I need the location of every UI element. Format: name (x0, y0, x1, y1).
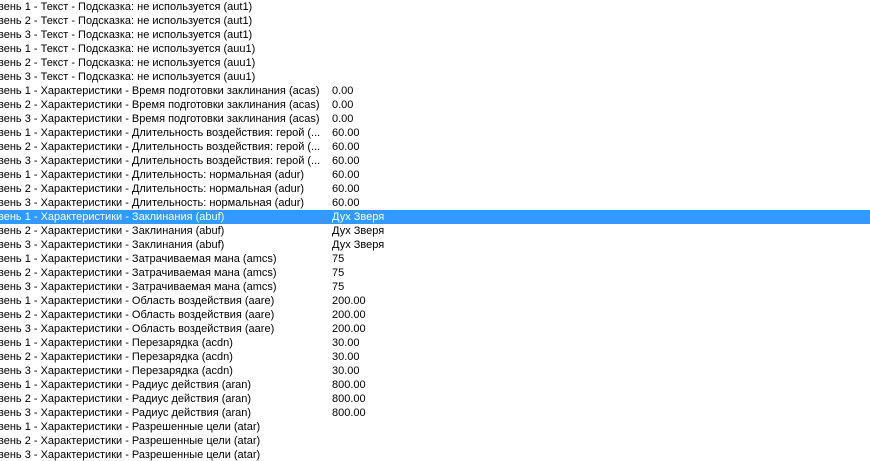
list-item[interactable]: вень 3 - Характеристики - Длительность в… (0, 154, 870, 168)
field-value: 800.00 (332, 379, 366, 391)
field-name: вень 1 - Характеристики - Область воздей… (0, 295, 275, 307)
field-name: вень 1 - Характеристики - Затрачиваемая … (0, 253, 277, 265)
field-value: 60.00 (332, 155, 360, 167)
list-item[interactable]: вень 1 - Характеристики - Радиус действи… (0, 378, 870, 392)
list-item[interactable]: вень 3 - Характеристики - Заклинания (ab… (0, 238, 870, 252)
field-value: 60.00 (332, 127, 360, 139)
list-item-selected[interactable]: вень 1 - Характеристики - Заклинания (ab… (0, 210, 870, 224)
field-name: вень 1 - Характеристики - Заклинания (ab… (0, 211, 225, 223)
list-item[interactable]: вень 3 - Характеристики - Длительность: … (0, 196, 870, 210)
list-item[interactable]: вень 3 - Характеристики - Время подготов… (0, 112, 870, 126)
field-value: 75 (332, 281, 345, 293)
list-item[interactable]: вень 2 - Характеристики - Радиус действи… (0, 392, 870, 406)
field-name: вень 3 - Характеристики - Длительность в… (0, 155, 321, 167)
list-item[interactable]: вень 1 - Характеристики - Область воздей… (0, 294, 870, 308)
field-value: 200.00 (332, 295, 366, 307)
field-value: 60.00 (332, 169, 360, 181)
field-value: 800.00 (332, 393, 366, 405)
field-name: вень 2 - Текст - Подсказка: не используе… (0, 57, 256, 69)
field-value: Дух Зверя (332, 211, 385, 223)
field-name: вень 1 - Характеристики - Перезарядка (a… (0, 337, 233, 349)
list-item[interactable]: вень 3 - Характеристики - Перезарядка (a… (0, 364, 870, 378)
list-item[interactable]: вень 1 - Характеристики - Разрешенные це… (0, 420, 870, 434)
field-name: вень 3 - Характеристики - Область воздей… (0, 323, 275, 335)
field-name: вень 2 - Характеристики - Длительность: … (0, 183, 305, 195)
list-item[interactable]: вень 3 - Характеристики - Область воздей… (0, 322, 870, 336)
field-name: вень 1 - Текст - Подсказка: не используе… (0, 43, 256, 55)
list-item[interactable]: вень 3 - Характеристики - Разрешенные це… (0, 448, 870, 461)
field-value: 30.00 (332, 351, 360, 363)
list-item[interactable]: вень 3 - Текст - Подсказка: не используе… (0, 70, 870, 84)
list-item[interactable]: вень 2 - Характеристики - Разрешенные це… (0, 434, 870, 448)
field-name: вень 1 - Характеристики - Длительность в… (0, 127, 321, 139)
list-item[interactable]: вень 2 - Характеристики - Время подготов… (0, 98, 870, 112)
list-item[interactable]: вень 2 - Характеристики - Область воздей… (0, 308, 870, 322)
list-item[interactable]: вень 1 - Характеристики - Перезарядка (a… (0, 336, 870, 350)
field-value: 800.00 (332, 407, 366, 419)
list-item[interactable]: вень 2 - Текст - Подсказка: не используе… (0, 56, 870, 70)
list-item[interactable]: вень 3 - Характеристики - Затрачиваемая … (0, 280, 870, 294)
field-value: 60.00 (332, 183, 360, 195)
field-value: 0.00 (332, 113, 354, 125)
list-item[interactable]: вень 2 - Характеристики - Затрачиваемая … (0, 266, 870, 280)
field-name: вень 2 - Характеристики - Время подготов… (0, 99, 320, 111)
list-item[interactable]: вень 2 - Характеристики - Длительность: … (0, 182, 870, 196)
field-name: вень 3 - Характеристики - Длительность: … (0, 197, 305, 209)
field-name: вень 2 - Характеристики - Заклинания (ab… (0, 225, 225, 237)
field-name: вень 2 - Характеристики - Радиус действи… (0, 393, 252, 405)
field-name: вень 3 - Характеристики - Разрешенные це… (0, 449, 261, 461)
field-value: 30.00 (332, 337, 360, 349)
field-name: вень 3 - Характеристики - Перезарядка (a… (0, 365, 233, 377)
list-item[interactable]: вень 1 - Характеристики - Длительность в… (0, 126, 870, 140)
list-item[interactable]: вень 3 - Текст - Подсказка: не используе… (0, 28, 870, 42)
list-item[interactable]: вень 2 - Характеристики - Заклинания (ab… (0, 224, 870, 238)
field-value: 30.00 (332, 365, 360, 377)
field-name: вень 1 - Характеристики - Время подготов… (0, 85, 320, 97)
field-name: вень 3 - Характеристики - Заклинания (ab… (0, 239, 225, 251)
field-name: вень 1 - Текст - Подсказка: не используе… (0, 1, 253, 13)
field-name: вень 2 - Характеристики - Разрешенные це… (0, 435, 261, 447)
list-item[interactable]: вень 1 - Текст - Подсказка: не используе… (0, 0, 870, 14)
field-value: 75 (332, 267, 345, 279)
field-name: вень 2 - Характеристики - Затрачиваемая … (0, 267, 277, 279)
field-value: Дух Зверя (332, 239, 385, 251)
field-value: Дух Зверя (332, 225, 385, 237)
field-name: вень 2 - Характеристики - Перезарядка (a… (0, 351, 233, 363)
ability-fields-list[interactable]: вень 1 - Текст - Подсказка: не используе… (0, 0, 870, 461)
list-item[interactable]: вень 1 - Характеристики - Длительность: … (0, 168, 870, 182)
field-name: вень 1 - Характеристики - Разрешенные це… (0, 421, 261, 433)
field-value: 60.00 (332, 197, 360, 209)
field-value: 0.00 (332, 85, 354, 97)
field-name: вень 3 - Характеристики - Затрачиваемая … (0, 281, 277, 293)
field-name: вень 1 - Характеристики - Длительность: … (0, 169, 305, 181)
field-name: вень 3 - Текст - Подсказка: не используе… (0, 29, 253, 41)
list-item[interactable]: вень 2 - Характеристики - Длительность в… (0, 140, 870, 154)
list-item[interactable]: вень 2 - Характеристики - Перезарядка (a… (0, 350, 870, 364)
list-item[interactable]: вень 1 - Характеристики - Время подготов… (0, 84, 870, 98)
field-value: 0.00 (332, 99, 354, 111)
field-value: 60.00 (332, 141, 360, 153)
field-value: 75 (332, 253, 345, 265)
list-item[interactable]: вень 1 - Текст - Подсказка: не используе… (0, 42, 870, 56)
field-name: вень 2 - Текст - Подсказка: не используе… (0, 15, 253, 27)
field-name: вень 3 - Характеристики - Время подготов… (0, 113, 320, 125)
list-item[interactable]: вень 2 - Текст - Подсказка: не используе… (0, 14, 870, 28)
list-item[interactable]: вень 3 - Характеристики - Радиус действи… (0, 406, 870, 420)
field-name: вень 2 - Характеристики - Длительность в… (0, 141, 321, 153)
field-name: вень 2 - Характеристики - Область воздей… (0, 309, 275, 321)
field-name: вень 3 - Характеристики - Радиус действи… (0, 407, 252, 419)
field-name: вень 1 - Характеристики - Радиус действи… (0, 379, 252, 391)
field-value: 200.00 (332, 309, 366, 321)
field-name: вень 3 - Текст - Подсказка: не используе… (0, 71, 256, 83)
list-item[interactable]: вень 1 - Характеристики - Затрачиваемая … (0, 252, 870, 266)
field-value: 200.00 (332, 323, 366, 335)
